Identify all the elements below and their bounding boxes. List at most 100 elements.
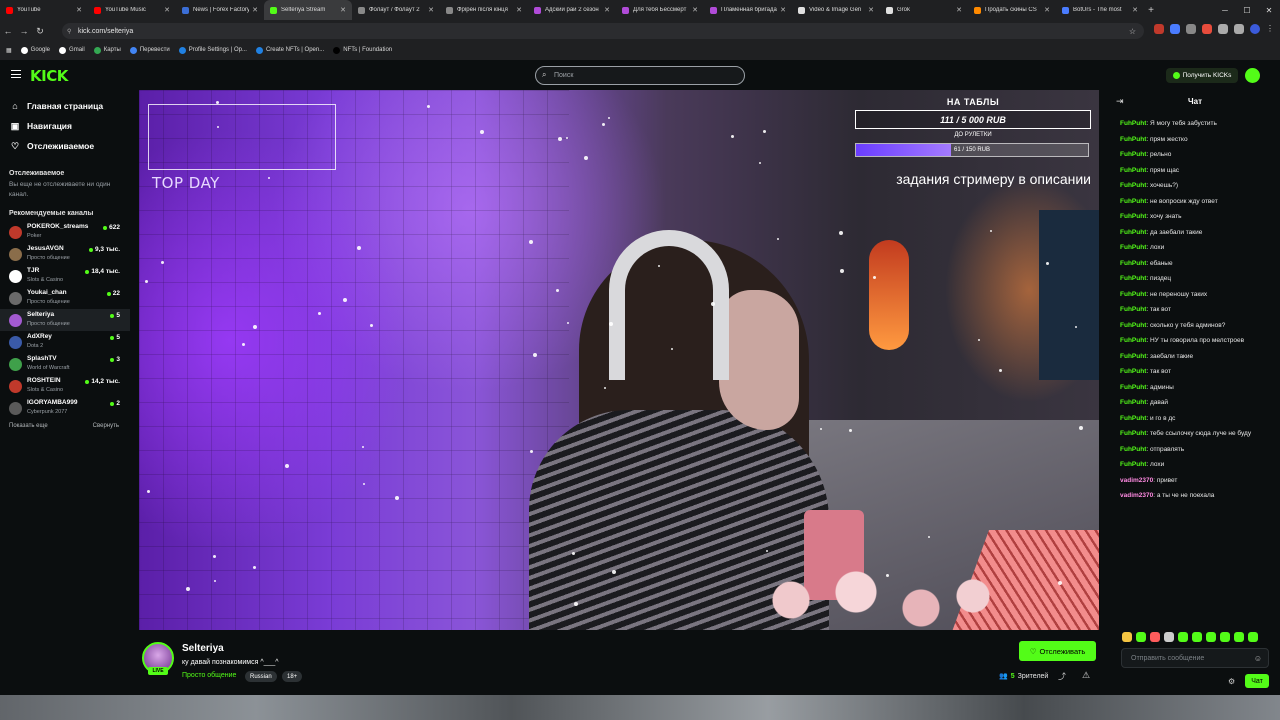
chat-username[interactable]: vadim2370	[1120, 477, 1153, 484]
browser-tab[interactable]: Video & Image Gen ✕	[792, 0, 880, 20]
menu-kebab-icon[interactable]: ⋮	[1266, 24, 1274, 34]
extension-icon[interactable]	[1154, 24, 1164, 34]
extension-icon[interactable]	[1186, 24, 1196, 34]
chat-send-button[interactable]: Чат	[1245, 674, 1269, 688]
chat-username[interactable]: FuhPuht	[1120, 353, 1146, 360]
user-avatar[interactable]	[1245, 68, 1260, 83]
emote-icon[interactable]	[1248, 632, 1258, 642]
bookmark-item[interactable]: NFTs | Foundation	[333, 46, 392, 54]
tab-close-icon[interactable]: ✕	[164, 6, 170, 14]
chat-username[interactable]: FuhPuht	[1120, 182, 1146, 189]
channel-item[interactable]: IGORYAMBA999 Cyberpunk 2077 2	[0, 397, 130, 419]
new-tab-icon[interactable]: +	[1144, 5, 1158, 16]
browser-tab[interactable]: Фрірен після кінця ✕	[440, 0, 528, 20]
channel-item[interactable]: Youkai_chan Просто общение 22	[0, 287, 130, 309]
chat-username[interactable]: FuhPuht	[1120, 399, 1146, 406]
bookmark-item[interactable]: Перевести	[129, 46, 170, 54]
browser-tab[interactable]: News | Forex Factory ✕	[176, 0, 264, 20]
downloads-icon[interactable]	[1234, 24, 1244, 34]
chat-username[interactable]: FuhPuht	[1120, 213, 1146, 220]
tab-close-icon[interactable]: ✕	[956, 6, 962, 14]
streamer-name[interactable]: Selteriya	[182, 643, 224, 654]
browser-tab[interactable]: Фолаут / Фолаут 2 ✕	[352, 0, 440, 20]
sidebar-nav-item[interactable]: ♡ Отслеживаемое	[0, 136, 130, 156]
stream-category[interactable]: Просто общение	[182, 672, 236, 679]
emote-icon[interactable]	[1234, 632, 1244, 642]
chat-username[interactable]: FuhPuht	[1120, 198, 1146, 205]
bookmark-item[interactable]: Gmail	[59, 46, 85, 54]
channel-item[interactable]: ROSHTEIN Slots & Casino 14,2 тыс.	[0, 375, 130, 397]
chat-username[interactable]: vadim2370	[1120, 492, 1153, 499]
video-player[interactable]: TOP DAY НА ТАБЛЫ 111 / 5 000 RUB ДО РУЛЕ…	[139, 90, 1099, 630]
channel-item[interactable]: TJR Slots & Casino 18,4 тыс.	[0, 265, 130, 287]
chat-username[interactable]: FuhPuht	[1120, 337, 1146, 344]
chat-username[interactable]: FuhPuht	[1120, 368, 1146, 375]
tag-age[interactable]: 18+	[282, 671, 303, 682]
chat-username[interactable]: FuhPuht	[1120, 120, 1146, 127]
show-more-link[interactable]: Показать еще	[9, 423, 48, 429]
channel-item[interactable]: AdXRey Dota 2 5	[0, 331, 130, 353]
chat-username[interactable]: FuhPuht	[1120, 384, 1146, 391]
tag-language[interactable]: Russian	[245, 671, 277, 682]
reload-icon[interactable]: ↻	[32, 26, 48, 37]
profile-avatar[interactable]	[1250, 24, 1260, 34]
forward-icon[interactable]: →	[16, 26, 32, 36]
kick-logo[interactable]: KICK	[30, 67, 68, 85]
browser-tab[interactable]: Selteriya Stream ✕	[264, 0, 352, 20]
chat-username[interactable]: FuhPuht	[1120, 415, 1146, 422]
tab-close-icon[interactable]: ✕	[428, 6, 434, 14]
extension-icon[interactable]	[1202, 24, 1212, 34]
minimize-icon[interactable]: ─	[1214, 0, 1236, 20]
collapse-link[interactable]: Свернуть	[93, 423, 119, 429]
chat-username[interactable]: FuhPuht	[1120, 291, 1146, 298]
extension-icon[interactable]	[1170, 24, 1180, 34]
emote-icon[interactable]	[1206, 632, 1216, 642]
tab-close-icon[interactable]: ✕	[692, 6, 698, 14]
emote-icon[interactable]	[1220, 632, 1230, 642]
channel-item[interactable]: Selteriya Просто общение 5	[0, 309, 130, 331]
chat-username[interactable]: FuhPuht	[1120, 136, 1146, 143]
browser-tab[interactable]: YouTube ✕	[0, 0, 88, 20]
site-info-icon[interactable]: ⚲	[67, 28, 71, 35]
channel-item[interactable]: POKEROK_streams Poker 622	[0, 221, 130, 243]
search-input[interactable]: ⌕ Поиск	[535, 66, 745, 85]
tab-close-icon[interactable]: ✕	[340, 6, 346, 14]
tab-close-icon[interactable]: ✕	[780, 6, 786, 14]
chat-username[interactable]: FuhPuht	[1120, 151, 1146, 158]
browser-tab[interactable]: Для тебя Бессмерт ✕	[616, 0, 704, 20]
tab-close-icon[interactable]: ✕	[76, 6, 82, 14]
get-kicks-button[interactable]: Получить KICKs	[1166, 68, 1238, 83]
chat-username[interactable]: FuhPuht	[1120, 322, 1146, 329]
chat-message-input[interactable]: Отправить сообщение ☺	[1121, 648, 1269, 668]
chat-username[interactable]: FuhPuht	[1120, 260, 1146, 267]
close-window-icon[interactable]: ✕	[1258, 0, 1280, 20]
chat-username[interactable]: FuhPuht	[1120, 167, 1146, 174]
address-bar[interactable]: ⚲ kick.com/selteriya ☆	[62, 23, 1144, 39]
chat-settings-icon[interactable]: ⚙	[1228, 677, 1235, 686]
tab-close-icon[interactable]: ✕	[868, 6, 874, 14]
apps-icon[interactable]: ▦	[6, 47, 12, 54]
chat-username[interactable]: FuhPuht	[1120, 306, 1146, 313]
channel-item[interactable]: JesusAVGN Просто общение 9,3 тыс.	[0, 243, 130, 265]
sidebar-nav-item[interactable]: ▣ Навигация	[0, 116, 130, 136]
follow-button[interactable]: ♡ Отслеживать	[1019, 641, 1096, 661]
channel-item[interactable]: SplashTV World of Warcraft 3	[0, 353, 130, 375]
bookmark-item[interactable]: Profile Settings | Op...	[178, 46, 247, 54]
emote-icon[interactable]	[1122, 632, 1132, 642]
tab-close-icon[interactable]: ✕	[604, 6, 610, 14]
emote-icon[interactable]	[1136, 632, 1146, 642]
chat-username[interactable]: FuhPuht	[1120, 446, 1146, 453]
browser-tab[interactable]: BotUrs - The most ✕	[1056, 0, 1144, 20]
chat-username[interactable]: FuhPuht	[1120, 244, 1146, 251]
tab-close-icon[interactable]: ✕	[1044, 6, 1050, 14]
browser-tab[interactable]: Пламенная бригада ✕	[704, 0, 792, 20]
extensions-puzzle-icon[interactable]	[1218, 24, 1228, 34]
maximize-icon[interactable]: ☐	[1236, 0, 1258, 20]
bookmark-item[interactable]: Google	[20, 46, 50, 54]
browser-tab[interactable]: Адский рай 2 сезон ✕	[528, 0, 616, 20]
chat-username[interactable]: FuhPuht	[1120, 229, 1146, 236]
sidebar-nav-item[interactable]: ⌂ Главная страница	[0, 96, 130, 116]
menu-icon[interactable]	[11, 70, 21, 78]
browser-tab[interactable]: YouTube Music ✕	[88, 0, 176, 20]
emote-icon[interactable]	[1192, 632, 1202, 642]
